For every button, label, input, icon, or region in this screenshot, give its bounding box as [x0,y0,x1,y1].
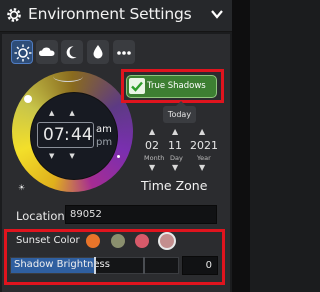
time-up-arrows[interactable]: ▲▲ [49,109,90,117]
tab-moon[interactable] [61,40,83,64]
slider-tick [143,257,145,274]
shadow-brightness-value[interactable]: 0 [182,256,218,275]
minute-field[interactable]: 44 [71,125,93,145]
month-up-arrow[interactable]: ▲ [149,127,155,136]
time-down-arrows[interactable]: ▼▼ [49,152,90,160]
sun-position-marker[interactable] [24,95,32,103]
cloud-icon [39,47,55,56]
sunrise-icon: ☀ [18,183,26,192]
month-field[interactable]: 02 [145,139,159,152]
today-button[interactable]: Today [163,106,196,123]
location-label: Location [16,209,65,223]
year-down-arrow[interactable]: ▼ [199,163,205,172]
dial-mark [53,71,83,82]
more-icon [117,51,131,55]
day-caption: Day [170,154,183,162]
sunset-swatch-orange[interactable] [86,234,100,248]
scrollbar[interactable] [232,0,250,292]
year-up-arrow[interactable]: ▲ [199,127,205,136]
moon-icon [66,46,77,59]
time-zone-label[interactable]: Time Zone [141,178,207,193]
true-shadows-label: True Shadows [147,81,206,91]
sun-icon [14,44,32,62]
year-field[interactable]: 2021 [190,139,218,152]
tab-cloud[interactable] [36,40,58,64]
slider-handle[interactable] [94,257,96,274]
time-separator: : [64,125,70,145]
check-icon [131,81,143,92]
gear-icon [7,8,21,22]
tab-water[interactable] [87,40,109,64]
pm-option[interactable]: pm [96,137,112,148]
sunset-swatch-olive[interactable] [111,234,125,248]
hour-field[interactable]: 07 [43,125,65,145]
day-up-arrow[interactable]: ▲ [172,127,178,136]
location-input[interactable]: 89052 [65,205,217,224]
am-option[interactable]: am [96,124,112,135]
droplet-icon [93,45,103,59]
title-bar: Environment Settings [0,0,250,32]
sunset-swatch-selected[interactable] [160,234,174,248]
chevron-down-icon[interactable] [211,10,223,19]
moon-position-marker[interactable] [117,155,120,158]
sunset-color-label: Sunset Color [16,235,80,246]
day-field[interactable]: 11 [168,139,182,152]
tab-more[interactable] [113,40,135,64]
month-caption: Month [144,154,165,162]
sunset-swatch-red[interactable] [135,234,149,248]
tab-sun[interactable] [11,40,33,64]
page-title: Environment Settings [28,5,192,23]
month-down-arrow[interactable]: ▼ [149,163,155,172]
year-caption: Year [197,154,211,162]
day-down-arrow[interactable]: ▼ [172,163,178,172]
checkbox[interactable] [129,78,145,94]
